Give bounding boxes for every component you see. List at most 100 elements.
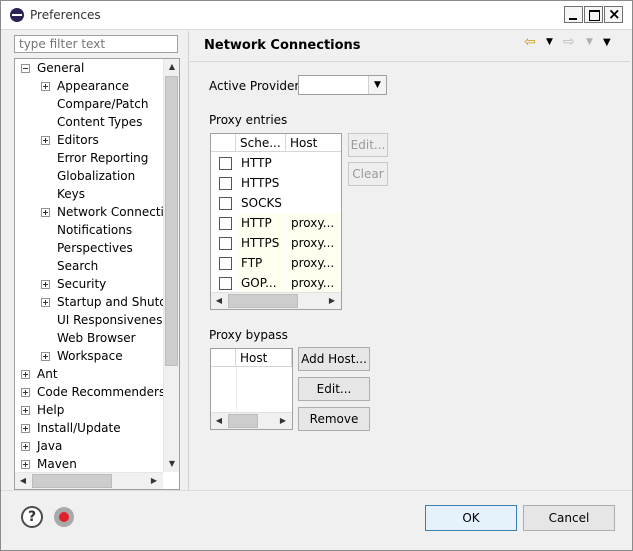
tree-item-label: Web Browser <box>57 331 136 345</box>
proxy-entries-table[interactable]: Sche... Host HTTP HTTPS SOCKS HTTP proxy... H… <box>210 133 342 310</box>
scroll-right-icon[interactable]: ▶ <box>324 293 340 309</box>
bypass-host-column-header[interactable]: Host <box>236 349 292 367</box>
preferences-tree[interactable]: General Appearance Compare/Patch Content Ty… <box>14 58 180 490</box>
proxy-row-checkbox[interactable] <box>219 177 232 190</box>
proxy-table-scrollbar[interactable]: ◀ ▶ <box>211 292 341 309</box>
tree-item-label: Workspace <box>57 349 123 363</box>
tree-item-label: Java <box>37 439 63 453</box>
proxy-scheme-cell: HTTPS <box>241 176 280 190</box>
host-column-header[interactable]: Host <box>286 134 341 152</box>
tree-item-label: Help <box>37 403 65 417</box>
pane-sash[interactable] <box>188 31 189 490</box>
bypass-table-scrollbar[interactable]: ◀ ▶ <box>211 412 292 429</box>
proxy-host-cell: proxy... <box>287 273 341 293</box>
chevron-down-icon[interactable]: ▼ <box>368 76 386 94</box>
back-arrow-icon[interactable]: ⇦ <box>524 34 536 50</box>
edit-bypass-button[interactable]: Edit... <box>298 377 370 401</box>
tree-item-label: Editors <box>57 133 99 147</box>
expand-icon[interactable] <box>21 370 30 379</box>
checkbox-column-header[interactable] <box>211 349 236 367</box>
scroll-left-icon[interactable]: ◀ <box>211 293 227 309</box>
remove-bypass-button[interactable]: Remove <box>298 407 370 431</box>
proxy-row-checkbox[interactable] <box>219 277 232 290</box>
active-provider-select[interactable]: ▼ <box>298 75 387 95</box>
proxy-bypass-table[interactable]: Host ◀ ▶ <box>210 348 293 430</box>
proxy-host-cell: proxy... <box>287 233 341 253</box>
view-menu-icon[interactable]: ▼ <box>603 37 611 48</box>
tree-item-label: Code Recommenders <box>37 385 166 399</box>
forward-menu-icon[interactable]: ▼ <box>586 37 593 47</box>
tree-item-label: UI Responsiveness M <box>57 313 180 327</box>
tree-item-label: Network Connection <box>57 205 179 219</box>
expand-icon[interactable] <box>41 136 50 145</box>
scroll-right-icon[interactable]: ▶ <box>275 413 291 429</box>
edit-proxy-button[interactable]: Edit... <box>348 133 388 157</box>
proxy-row[interactable]: SOCKS <box>211 193 341 213</box>
proxy-row[interactable]: HTTPS <box>211 173 341 193</box>
maximize-button[interactable] <box>584 6 603 23</box>
proxy-scheme-cell: HTTP <box>241 156 272 170</box>
scroll-thumb[interactable] <box>165 76 178 366</box>
scroll-left-icon[interactable]: ◀ <box>15 473 31 489</box>
tree-vertical-scrollbar[interactable]: ▲ ▼ <box>163 59 179 472</box>
proxy-row[interactable]: FTP proxy... <box>211 253 341 273</box>
add-host-button[interactable]: Add Host... <box>298 347 370 371</box>
back-menu-icon[interactable]: ▼ <box>546 37 553 47</box>
scroll-left-icon[interactable]: ◀ <box>211 413 227 429</box>
preferences-window: Preferences × General Appearance Compare/P… <box>0 0 633 551</box>
proxy-scheme-cell: GOP... <box>237 273 286 293</box>
checkbox-column-header[interactable] <box>211 134 236 152</box>
proxy-host-cell <box>287 193 341 213</box>
proxy-row-checkbox[interactable] <box>219 157 232 170</box>
forward-arrow-icon[interactable]: ⇨ <box>563 34 575 50</box>
proxy-host-cell: proxy... <box>287 213 341 233</box>
proxy-host-cell <box>287 173 341 193</box>
tree-item-label: Security <box>57 277 107 291</box>
expand-icon[interactable] <box>21 424 30 433</box>
expand-icon[interactable] <box>21 442 30 451</box>
proxy-row-checkbox[interactable] <box>219 197 232 210</box>
page-title: Network Connections <box>204 38 361 53</box>
expand-icon[interactable] <box>21 406 30 415</box>
proxy-bypass-label: Proxy bypass <box>209 328 288 342</box>
expand-icon[interactable] <box>41 280 50 289</box>
expand-icon[interactable] <box>41 82 50 91</box>
proxy-row[interactable]: HTTP <box>211 153 341 173</box>
clear-proxy-button[interactable]: Clear <box>348 162 388 186</box>
tree-item-label: Content Types <box>57 115 143 129</box>
expand-icon[interactable] <box>21 460 30 469</box>
expand-icon[interactable] <box>41 352 50 361</box>
ok-button[interactable]: OK <box>425 505 517 531</box>
proxy-row[interactable]: HTTPS proxy... <box>211 233 341 253</box>
close-icon: × <box>608 5 621 23</box>
cancel-button[interactable]: Cancel <box>523 505 615 531</box>
tree-item-label: Keys <box>57 187 86 201</box>
scroll-right-icon[interactable]: ▶ <box>146 473 162 489</box>
proxy-row-checkbox[interactable] <box>219 217 232 230</box>
scheme-column-header[interactable]: Sche... <box>236 134 286 152</box>
minimize-button[interactable] <box>564 6 583 23</box>
proxy-row[interactable]: HTTP proxy... <box>211 213 341 233</box>
proxy-scheme-cell: SOCKS <box>241 196 282 210</box>
close-button[interactable]: × <box>604 5 623 23</box>
scroll-thumb[interactable] <box>32 474 112 488</box>
proxy-row-checkbox[interactable] <box>219 237 232 250</box>
tree-item-label: General <box>37 61 85 75</box>
scroll-up-icon[interactable]: ▲ <box>164 59 179 75</box>
proxy-row-checkbox[interactable] <box>219 257 232 270</box>
expand-icon[interactable] <box>21 388 30 397</box>
collapse-icon[interactable] <box>21 64 30 73</box>
scroll-thumb[interactable] <box>228 294 298 308</box>
tree-horizontal-scrollbar[interactable]: ◀ ▶ <box>15 472 163 489</box>
scroll-thumb[interactable] <box>228 414 258 428</box>
record-macro-icon[interactable] <box>54 507 74 527</box>
help-icon[interactable]: ? <box>21 506 43 528</box>
expand-icon[interactable] <box>41 208 50 217</box>
expand-icon[interactable] <box>41 298 50 307</box>
scroll-down-icon[interactable]: ▼ <box>164 456 179 472</box>
filter-input[interactable] <box>14 35 178 53</box>
title-bar[interactable]: Preferences × <box>1 1 632 30</box>
tree-item-label: Install/Update <box>37 421 121 435</box>
proxy-row[interactable]: GOP... proxy... <box>211 273 341 293</box>
proxy-scheme-cell: HTTPS <box>237 233 286 253</box>
